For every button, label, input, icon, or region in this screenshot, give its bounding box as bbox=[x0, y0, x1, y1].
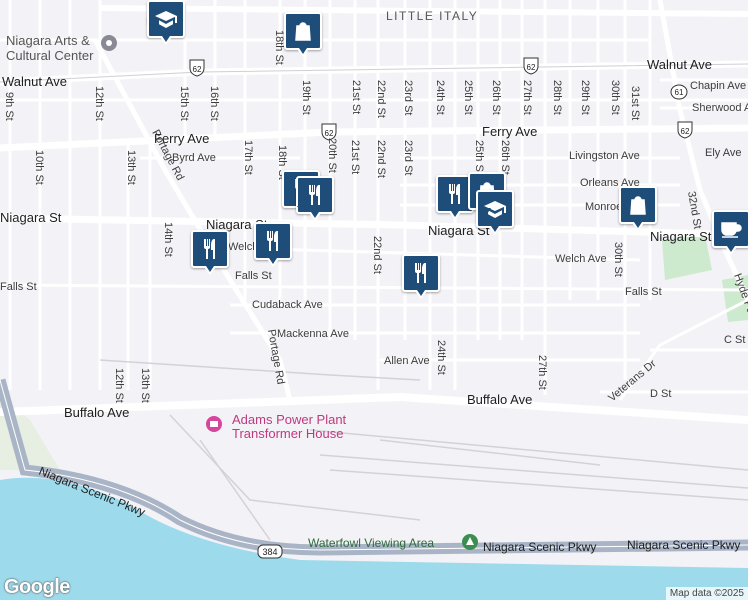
restaurant-poi[interactable] bbox=[402, 254, 440, 299]
svg-text:19th St: 19th St bbox=[300, 80, 312, 115]
svg-text:Livingston Ave: Livingston Ave bbox=[569, 150, 640, 162]
neighborhood-label: LITTLE ITALY bbox=[386, 9, 478, 23]
svg-text:24th St: 24th St bbox=[435, 340, 447, 375]
svg-text:16th St: 16th St bbox=[208, 86, 220, 121]
svg-text:62: 62 bbox=[193, 65, 202, 74]
power-plant-label: Adams Power Plant bbox=[232, 412, 347, 427]
walnut-label-west: Walnut Ave bbox=[2, 74, 67, 89]
svg-text:27th St: 27th St bbox=[521, 80, 533, 115]
niagara-label-east: Niagara St bbox=[650, 229, 712, 244]
waterfowl-label: Waterfowl Viewing Area bbox=[308, 536, 434, 550]
state-route-shield: 384 bbox=[257, 544, 283, 559]
svg-text:12th St: 12th St bbox=[113, 368, 125, 403]
us-route-shield: 62 bbox=[523, 57, 539, 75]
svg-text:384: 384 bbox=[262, 547, 277, 557]
svg-text:Sherwood Ave: Sherwood Ave bbox=[692, 102, 748, 114]
arts-center-label-2: Cultural Center bbox=[6, 48, 94, 63]
svg-text:30th St: 30th St bbox=[612, 242, 624, 277]
svg-text:27th St: 27th St bbox=[536, 355, 548, 390]
svg-text:Falls St: Falls St bbox=[0, 281, 37, 293]
svg-text:14th St: 14th St bbox=[162, 222, 174, 257]
svg-text:31st St: 31st St bbox=[629, 86, 641, 120]
svg-text:30th St: 30th St bbox=[609, 80, 621, 115]
map-canvas[interactable]: 62 62 62 62 61 384 Walnut Ave Walnut Ave… bbox=[0, 0, 748, 600]
svg-text:Falls St: Falls St bbox=[625, 286, 662, 298]
restaurant-icon bbox=[267, 231, 278, 251]
svg-text:9th St: 9th St bbox=[3, 92, 15, 121]
svg-text:62: 62 bbox=[325, 129, 334, 138]
buffalo-label-east: Buffalo Ave bbox=[467, 392, 532, 407]
svg-text:62: 62 bbox=[527, 63, 536, 72]
svg-text:22nd St: 22nd St bbox=[375, 140, 387, 178]
scenic-label-2: Niagara Scenic Pkwy bbox=[627, 538, 740, 552]
svg-text:26th St: 26th St bbox=[490, 80, 502, 115]
school-poi[interactable] bbox=[147, 0, 185, 45]
us-route-shield: 62 bbox=[189, 59, 205, 77]
svg-text:Cudaback Ave: Cudaback Ave bbox=[252, 299, 323, 311]
svg-text:22nd St: 22nd St bbox=[375, 80, 387, 118]
restaurant-icon bbox=[204, 239, 215, 259]
svg-text:22nd St: 22nd St bbox=[371, 236, 383, 274]
svg-text:Welch Ave: Welch Ave bbox=[555, 253, 607, 265]
state-route-shield: 61 bbox=[670, 84, 688, 100]
svg-text:Falls St: Falls St bbox=[235, 270, 272, 282]
svg-text:62: 62 bbox=[681, 127, 690, 136]
svg-text:17th St: 17th St bbox=[242, 140, 254, 175]
svg-text:12th St: 12th St bbox=[93, 86, 105, 121]
svg-text:20th St: 20th St bbox=[326, 138, 338, 173]
svg-text:23rd St: 23rd St bbox=[402, 80, 414, 115]
svg-text:28th St: 28th St bbox=[551, 80, 563, 115]
niagara-label-west: Niagara St bbox=[0, 210, 62, 225]
svg-text:Mackenna Ave: Mackenna Ave bbox=[277, 328, 349, 340]
restaurant-poi[interactable] bbox=[191, 230, 229, 275]
shopping-icon bbox=[295, 22, 311, 41]
svg-text:D St: D St bbox=[650, 388, 671, 400]
attraction-icon[interactable] bbox=[206, 416, 222, 432]
svg-text:Chapin Ave: Chapin Ave bbox=[690, 80, 746, 92]
cafe-icon bbox=[721, 222, 742, 238]
svg-text:15th St: 15th St bbox=[178, 86, 190, 121]
shopping-poi[interactable] bbox=[284, 12, 322, 57]
buffalo-label-west: Buffalo Ave bbox=[64, 405, 129, 420]
restaurant-poi[interactable] bbox=[254, 222, 292, 267]
svg-text:Ely Ave: Ely Ave bbox=[705, 147, 742, 159]
map-attribution[interactable]: Map data ©2025 bbox=[665, 587, 748, 600]
school-icon bbox=[155, 11, 177, 28]
svg-text:Byrd Ave: Byrd Ave bbox=[172, 152, 216, 164]
scenic-label-1: Niagara Scenic Pkwy bbox=[483, 540, 596, 554]
museum-icon[interactable] bbox=[101, 35, 117, 51]
svg-text:25th St: 25th St bbox=[473, 140, 485, 175]
svg-text:Allen Ave: Allen Ave bbox=[384, 355, 430, 367]
svg-text:26th St: 26th St bbox=[499, 140, 511, 175]
restaurant-icon bbox=[309, 185, 320, 205]
restaurant-icon bbox=[415, 263, 426, 283]
ferry-label-east: Ferry Ave bbox=[482, 124, 537, 139]
restaurant-icon bbox=[449, 184, 460, 204]
arts-center-label: Niagara Arts & bbox=[6, 33, 90, 48]
school-poi[interactable] bbox=[476, 190, 514, 235]
svg-text:24th St: 24th St bbox=[434, 80, 446, 115]
svg-text:13th St: 13th St bbox=[139, 368, 151, 403]
svg-text:21st St: 21st St bbox=[349, 140, 361, 174]
svg-text:C St: C St bbox=[724, 334, 745, 346]
us-route-shield: 62 bbox=[677, 121, 693, 139]
svg-text:23rd St: 23rd St bbox=[402, 140, 414, 175]
park-icon[interactable] bbox=[462, 534, 478, 550]
svg-text:13th St: 13th St bbox=[125, 150, 137, 185]
cafe-poi[interactable] bbox=[712, 210, 748, 255]
svg-text:10th St: 10th St bbox=[33, 150, 45, 185]
svg-text:61: 61 bbox=[675, 88, 684, 97]
google-logo: Google bbox=[4, 576, 70, 598]
svg-text:Monroe: Monroe bbox=[585, 201, 622, 213]
walnut-label-east: Walnut Ave bbox=[647, 57, 712, 72]
svg-text:25th St: 25th St bbox=[462, 80, 474, 115]
shopping-icon bbox=[630, 196, 646, 215]
svg-text:29th St: 29th St bbox=[579, 80, 591, 115]
svg-text:21st St: 21st St bbox=[350, 80, 362, 114]
shopping-poi[interactable] bbox=[619, 186, 657, 231]
power-plant-label-2: Transformer House bbox=[232, 426, 344, 441]
